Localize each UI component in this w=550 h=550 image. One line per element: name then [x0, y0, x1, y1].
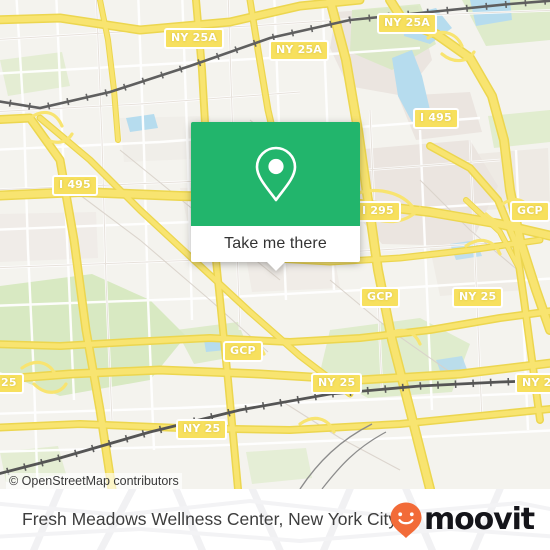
moovit-wordmark: moovit	[423, 501, 535, 537]
popup-pointer-tail	[265, 261, 286, 271]
road-shield-gcp-1: GCP	[510, 201, 550, 222]
road-shield-ny25-1: NY 25	[452, 287, 504, 308]
osm-attribution[interactable]: © OpenStreetMap contributors	[6, 473, 182, 489]
road-shield-i495-1: I 495	[413, 108, 459, 129]
moovit-logo[interactable]: moovit	[389, 501, 535, 539]
moovit-smiley-pin-icon	[390, 502, 422, 538]
take-me-there-button-label: Take me there	[224, 235, 327, 252]
road-shield-gcp-2: GCP	[360, 287, 400, 308]
road-shield-i295: I 295	[355, 201, 401, 222]
location-popup-card[interactable]: Take me there	[191, 122, 360, 271]
road-shield-ny25-3: NY 25	[176, 419, 228, 440]
popup-action-area[interactable]: Take me there	[191, 226, 360, 271]
road-shield-ny25-edge: 25	[0, 373, 24, 394]
road-shield-ny25a-3: NY 25A	[377, 13, 438, 34]
road-shield-gcp-3: GCP	[223, 341, 263, 362]
road-shield-ny25a-2: NY 25A	[269, 40, 330, 61]
popup-icon-area	[191, 122, 360, 226]
road-shield-ny24: NY 24	[515, 373, 550, 394]
road-shield-ny25a-1: NY 25A	[164, 28, 225, 49]
page-title: Fresh Meadows Wellness Center, New York …	[22, 509, 398, 529]
map-pin-icon	[255, 146, 296, 202]
road-shield-ny25-2: NY 25	[311, 373, 363, 394]
road-shield-i495-2: I 495	[52, 175, 98, 196]
screenshot-root: NY 25A NY 25A NY 25A I 495 I 495 I 295 G…	[0, 0, 550, 550]
footer-bar: Fresh Meadows Wellness Center, New York …	[0, 489, 550, 550]
map-canvas[interactable]: NY 25A NY 25A NY 25A I 495 I 495 I 295 G…	[0, 0, 550, 489]
